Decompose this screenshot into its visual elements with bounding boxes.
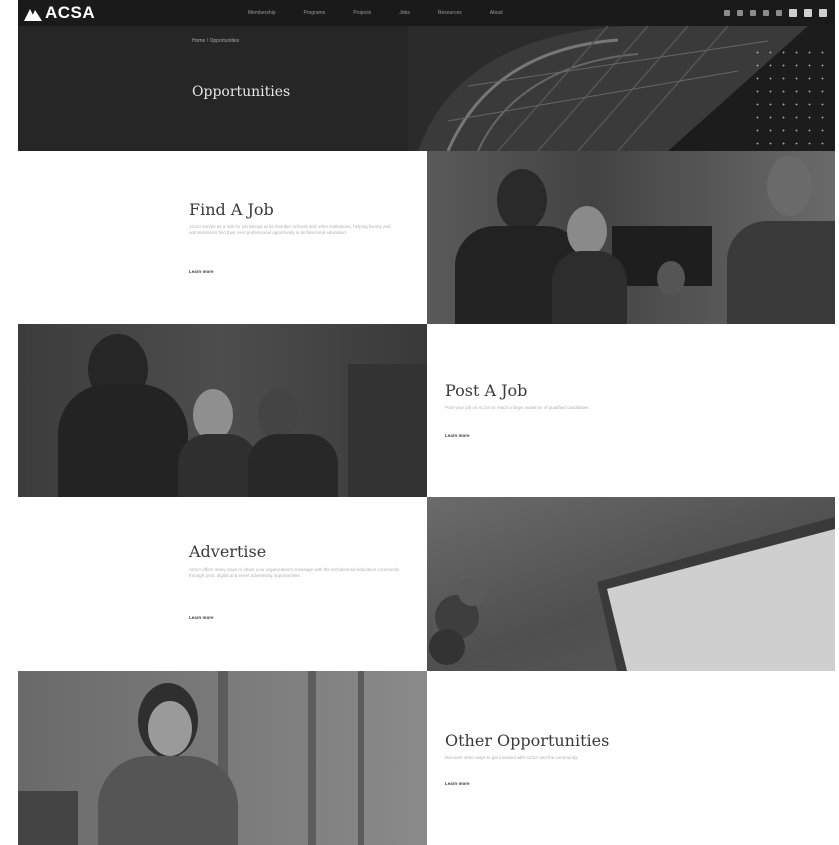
logo-mark-icon: [24, 6, 42, 21]
post-a-job-text: Post A Job Post your job on ACSA to reac…: [427, 324, 835, 497]
acsa-logo[interactable]: ACSA: [24, 3, 96, 22]
main-nav: Membership Programs Projects Jobs Resour…: [248, 0, 531, 26]
page-title: Opportunities: [192, 84, 291, 100]
advertise-learn-more-link[interactable]: Learn more: [189, 615, 214, 620]
find-a-job-learn-more-link[interactable]: Learn more: [189, 269, 214, 274]
other-opportunities-learn-more-link[interactable]: Learn more: [445, 781, 470, 786]
section-advertise: Advertise ACSA offers many ways to share…: [18, 497, 835, 671]
post-a-job-title: Post A Job: [445, 381, 528, 400]
youtube-icon[interactable]: [763, 10, 769, 16]
instagram-icon[interactable]: [750, 10, 756, 16]
find-a-job-photo: [427, 151, 835, 324]
page: ACSA Membership Programs Projects Jobs R…: [18, 0, 835, 845]
section-find-a-job: Find A Job ACSA serves as a hub for job …: [18, 151, 835, 324]
find-a-job-description: ACSA serves as a hub for job listings at…: [189, 224, 391, 235]
user-icon[interactable]: [789, 9, 797, 17]
hero-banner: Home / Opportunities Opportunities: [18, 26, 835, 151]
nav-item-projects[interactable]: Projects: [353, 10, 371, 16]
advertise-text: Advertise ACSA offers many ways to share…: [18, 497, 427, 671]
post-a-job-description: Post your job on ACSA to reach a large a…: [445, 405, 590, 410]
linkedin-icon[interactable]: [776, 10, 782, 16]
other-opportunities-description: Discover other ways to get involved with…: [445, 755, 579, 760]
nav-item-programs[interactable]: Programs: [304, 10, 326, 16]
advertise-photo: [427, 497, 835, 671]
breadcrumb[interactable]: Home / Opportunities: [192, 38, 239, 44]
search-icon[interactable]: [804, 9, 812, 17]
other-opportunities-photo: [18, 671, 427, 845]
advertise-description: ACSA offers many ways to share your orga…: [189, 567, 400, 578]
post-a-job-photo: [18, 324, 427, 497]
section-other-opportunities: Other Opportunities Discover other ways …: [18, 671, 835, 845]
find-a-job-title: Find A Job: [189, 200, 274, 219]
nav-item-jobs[interactable]: Jobs: [399, 10, 410, 16]
other-opportunities-title: Other Opportunities: [445, 731, 610, 750]
find-a-job-text: Find A Job ACSA serves as a hub for job …: [18, 151, 427, 324]
header-icons: [724, 0, 827, 26]
advertise-title: Advertise: [189, 542, 267, 561]
post-a-job-learn-more-link[interactable]: Learn more: [445, 433, 470, 438]
twitter-icon[interactable]: [737, 10, 743, 16]
top-navbar: ACSA Membership Programs Projects Jobs R…: [18, 0, 835, 26]
nav-item-about[interactable]: About: [490, 10, 503, 16]
section-post-a-job: Post A Job Post your job on ACSA to reac…: [18, 324, 835, 497]
logo-text: ACSA: [45, 3, 96, 22]
menu-icon[interactable]: [819, 9, 827, 17]
hero-dot-pattern: [751, 46, 831, 146]
nav-item-membership[interactable]: Membership: [248, 10, 276, 16]
facebook-icon[interactable]: [724, 10, 730, 16]
other-opportunities-text: Other Opportunities Discover other ways …: [427, 671, 835, 845]
nav-item-resources[interactable]: Resources: [438, 10, 462, 16]
